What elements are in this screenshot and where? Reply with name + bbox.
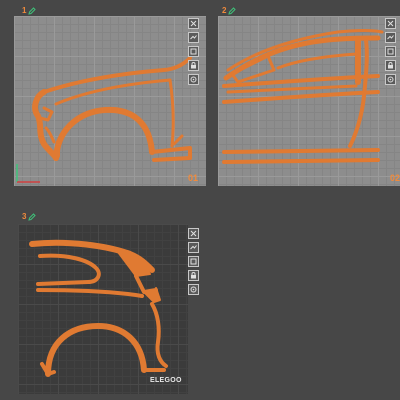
plate-1-label: 01 (188, 173, 199, 183)
auto-arrange-icon (190, 35, 197, 40)
elegoo-logo: ELEGOO (150, 377, 182, 384)
part-headlight (38, 106, 54, 122)
orient-button[interactable] (385, 46, 396, 57)
orient-icon (190, 48, 197, 55)
plate-1-parts (32, 56, 192, 162)
part-front-bumper (32, 89, 59, 161)
orient-button[interactable] (188, 256, 199, 267)
plate-2[interactable]: 02 (218, 16, 400, 186)
plate-1-number: 1 (22, 6, 27, 15)
plate-3-parts (29, 239, 168, 377)
plate-3-number: 3 (22, 212, 27, 221)
plate-settings-button[interactable] (385, 74, 396, 85)
plate-3-toolbar (188, 228, 199, 295)
settings-icon (190, 286, 197, 293)
part-beltline-lower (226, 84, 358, 94)
part-side-sill-upper (222, 148, 380, 154)
plate-1[interactable]: 01 (14, 16, 206, 186)
lock-icon (191, 62, 196, 69)
plate-2-toolbar (385, 18, 396, 85)
part-rear-bumper (150, 302, 168, 368)
orient-button[interactable] (188, 46, 199, 57)
part-rear-wheel-arch (45, 323, 147, 377)
lock-plate-button[interactable] (385, 60, 396, 71)
plate-3[interactable]: ELEGOO 03 (18, 224, 188, 394)
close-plate-button[interactable] (188, 18, 199, 29)
lock-icon (388, 62, 393, 69)
edit-plate-name-icon[interactable] (228, 7, 237, 15)
auto-arrange-icon (387, 35, 394, 40)
lock-icon (191, 272, 196, 279)
part-fender-rear (168, 78, 175, 148)
part-door-crease (222, 90, 380, 104)
part-sill-end (172, 134, 184, 146)
part-side-sill-lower (222, 158, 380, 164)
part-window-sill-upper (276, 52, 358, 70)
plate-settings-button[interactable] (188, 284, 199, 295)
close-icon (190, 230, 197, 237)
orient-icon (190, 258, 197, 265)
lock-plate-button[interactable] (188, 60, 199, 71)
plate-settings-button[interactable] (188, 74, 199, 85)
plate-2-header: 2 (222, 6, 237, 15)
auto-arrange-button[interactable] (188, 32, 199, 43)
plate-1-header: 1 (22, 6, 37, 15)
edit-plate-name-icon[interactable] (28, 213, 37, 221)
settings-icon (190, 76, 197, 83)
orient-icon (387, 48, 394, 55)
plate-2-parts (222, 29, 384, 164)
part-sill (150, 146, 192, 162)
axis-indicator-icon (16, 164, 40, 183)
settings-icon (387, 76, 394, 83)
edit-plate-name-icon[interactable] (28, 7, 37, 15)
plate-2-number: 2 (222, 6, 227, 15)
plate-3-header: 3 (22, 212, 37, 221)
build-plate-viewport: 1 01 2 02 3 ELEGOO (0, 0, 400, 400)
plate-1-toolbar (188, 18, 199, 85)
lock-plate-button[interactable] (188, 270, 199, 281)
plate-2-label: 02 (390, 173, 400, 183)
close-plate-button[interactable] (385, 18, 396, 29)
part-rear-beltline (36, 288, 144, 298)
part-wheel-arch (53, 106, 155, 161)
close-icon (387, 20, 394, 27)
auto-arrange-icon (190, 245, 197, 250)
auto-arrange-button[interactable] (385, 32, 396, 43)
close-icon (190, 20, 197, 27)
auto-arrange-button[interactable] (188, 242, 199, 253)
part-front-intake (44, 126, 56, 144)
close-plate-button[interactable] (188, 228, 199, 239)
part-rear-window-frame (36, 253, 101, 286)
